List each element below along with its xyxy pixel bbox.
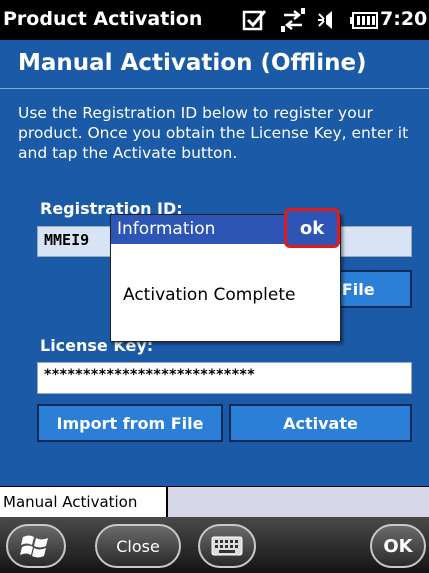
windows-logo-icon	[20, 535, 48, 558]
dialog-title: Information	[117, 219, 216, 239]
tab-strip-divider	[168, 486, 429, 487]
app-title: Product Activation	[3, 8, 203, 30]
close-softkey[interactable]: Close	[95, 524, 181, 568]
connectivity-icon[interactable]	[280, 6, 306, 34]
license-key-field[interactable]: ***************************	[37, 362, 412, 394]
ok-softkey[interactable]: OK	[370, 524, 426, 568]
start-button[interactable]	[6, 524, 66, 568]
tab-strip: Manual Activation	[0, 486, 429, 517]
import-from-file-button[interactable]: Import from File	[37, 404, 223, 442]
instructions-text: Use the Registration ID below to registe…	[18, 104, 409, 162]
notification-check-icon[interactable]	[242, 6, 268, 34]
battery-icon[interactable]	[350, 6, 380, 34]
tab-manual-activation[interactable]: Manual Activation	[0, 486, 168, 517]
information-dialog: Information ok Activation Complete	[110, 208, 341, 342]
soft-key-bar: Close OK	[0, 517, 429, 573]
title-divider	[0, 88, 429, 89]
volume-icon[interactable]	[317, 6, 345, 34]
page-title: Manual Activation (Offline)	[18, 50, 367, 76]
keyboard-icon	[211, 536, 243, 556]
dialog-message: Activation Complete	[123, 285, 296, 305]
keyboard-button[interactable]	[198, 524, 256, 568]
clock[interactable]: 7:20	[380, 8, 427, 30]
activate-button[interactable]: Activate	[229, 404, 412, 442]
status-bar: Product Activation 7:20	[0, 0, 429, 40]
dialog-ok-button[interactable]: ok	[284, 208, 340, 248]
